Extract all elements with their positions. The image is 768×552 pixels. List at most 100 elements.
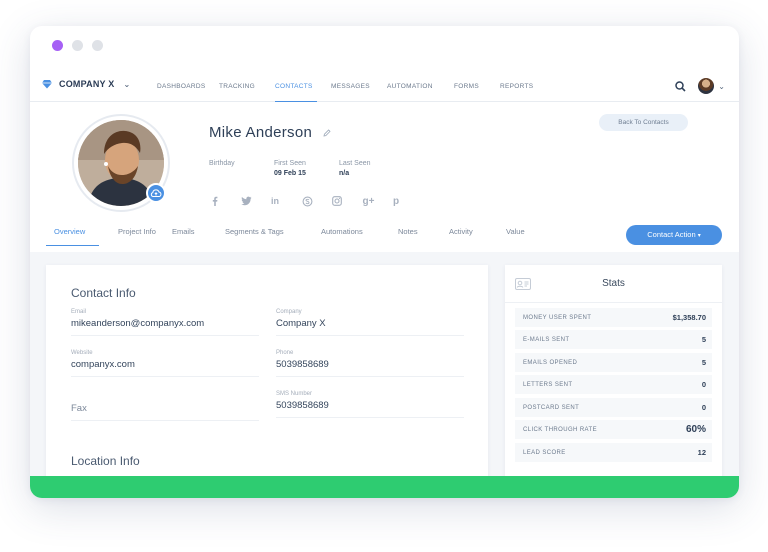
maximize-dot[interactable] <box>92 40 103 51</box>
minimize-dot[interactable] <box>72 40 83 51</box>
tab-notes[interactable]: Notes <box>398 222 449 246</box>
last-seen-field: Last Seen n/a <box>339 160 371 177</box>
avatar <box>698 78 715 94</box>
chevron-down-icon: ⌄ <box>718 81 725 91</box>
sms-value: 5039858689 <box>276 400 329 411</box>
nav-messages[interactable]: MESSAGES <box>331 72 387 102</box>
skype-icon[interactable] <box>302 196 333 209</box>
birthday-field: Birthday <box>209 160 235 167</box>
website-value: companyx.com <box>71 359 135 370</box>
brand-switcher[interactable]: COMPANY X ⌄ <box>42 79 130 89</box>
close-dot[interactable] <box>52 40 63 51</box>
nav-links: DASHBOARDS TRACKING CONTACTS MESSAGES AU… <box>157 72 550 102</box>
instagram-icon[interactable] <box>332 196 363 209</box>
stat-label: LEAD SCORE <box>523 449 566 456</box>
nav-dashboards[interactable]: DASHBOARDS <box>157 72 220 102</box>
user-menu[interactable]: ⌄ <box>698 78 725 94</box>
phone-field[interactable]: Phone 5039858689 <box>276 350 464 377</box>
stat-value: 5 <box>701 358 706 367</box>
stat-row: MONEY USER SPENT $1,358.70 <box>515 308 712 327</box>
tab-emails[interactable]: Emails <box>172 222 225 246</box>
nav-contacts[interactable]: CONTACTS <box>275 72 317 102</box>
facebook-icon[interactable] <box>210 196 241 209</box>
stats-title: Stats <box>602 278 625 289</box>
social-links: in g+ p <box>210 196 424 209</box>
first-seen-field: First Seen 09 Feb 15 <box>274 160 306 177</box>
company-field[interactable]: Company Company X <box>276 309 464 336</box>
caret-down-icon: ▾ <box>697 233 701 239</box>
last-seen-label: Last Seen <box>339 160 371 167</box>
tab-automations[interactable]: Automations <box>321 222 398 246</box>
cloud-upload-icon <box>150 189 162 197</box>
first-seen-value: 09 Feb 15 <box>274 170 306 177</box>
fax-placeholder: Fax <box>71 403 87 414</box>
sms-label: SMS Number <box>276 391 313 397</box>
stat-label: CLICK THROUGH RATE <box>523 426 597 433</box>
email-field[interactable]: Email mikeanderson@companyx.com <box>71 309 259 336</box>
search-icon[interactable] <box>675 80 686 92</box>
google-plus-icon[interactable]: g+ <box>363 196 394 209</box>
tab-activity[interactable]: Activity <box>449 222 506 246</box>
stats-card: Stats MONEY USER SPENT $1,358.70 E-MAILS… <box>505 265 722 480</box>
first-seen-label: First Seen <box>274 160 306 167</box>
company-label: Company <box>276 309 302 315</box>
profile-tabs: Overview Project Info Emails Segments & … <box>46 222 546 246</box>
nav-reports[interactable]: REPORTS <box>500 72 550 102</box>
back-to-contacts-button[interactable]: Back To Contacts <box>599 114 688 131</box>
phone-label: Phone <box>276 350 294 356</box>
company-value: Company X <box>276 318 326 329</box>
app-window: COMPANY X ⌄ DASHBOARDS TRACKING CONTACTS… <box>30 26 739 498</box>
stat-value: 0 <box>701 403 706 412</box>
top-nav: COMPANY X ⌄ DASHBOARDS TRACKING CONTACTS… <box>30 72 739 102</box>
edit-pencil-icon[interactable] <box>323 129 331 137</box>
tab-overview[interactable]: Overview <box>46 222 99 246</box>
location-info-title: Location Info <box>71 454 140 468</box>
stat-row: EMAILS OPENED 5 <box>515 353 712 372</box>
stat-label: EMAILS OPENED <box>523 359 578 366</box>
pinterest-icon[interactable]: p <box>393 196 424 209</box>
tab-segments-tags[interactable]: Segments & Tags <box>225 222 321 246</box>
stat-value: 60% <box>685 424 706 435</box>
stat-row: LETTERS SENT 0 <box>515 375 712 394</box>
contact-name: Mike Anderson <box>209 124 313 141</box>
linkedin-icon[interactable]: in <box>271 196 302 209</box>
stat-label: POSTCARD SENT <box>523 404 580 411</box>
contact-action-button[interactable]: Contact Action ▾ <box>626 225 722 245</box>
sms-field[interactable]: SMS Number 5039858689 <box>276 391 464 418</box>
brand-name: COMPANY X <box>59 79 115 89</box>
contact-info-title: Contact Info <box>71 286 136 300</box>
twitter-icon[interactable] <box>240 196 272 209</box>
stat-row: POSTCARD SENT 0 <box>515 398 712 417</box>
nav-automation[interactable]: AUTOMATION <box>387 72 454 102</box>
stat-row: E-MAILS SENT 5 <box>515 330 712 349</box>
stat-label: MONEY USER SPENT <box>523 314 592 321</box>
website-field[interactable]: Website companyx.com <box>71 350 259 377</box>
stat-value: 0 <box>701 380 706 389</box>
tab-project-info[interactable]: Project Info <box>99 222 172 246</box>
stat-label: LETTERS SENT <box>523 381 573 388</box>
phone-value: 5039858689 <box>276 359 329 370</box>
footer-bar <box>30 476 739 498</box>
stat-label: E-MAILS SENT <box>523 336 570 343</box>
last-seen-value: n/a <box>339 170 350 177</box>
stat-row: CLICK THROUGH RATE 60% <box>515 420 712 439</box>
email-value: mikeanderson@companyx.com <box>71 318 205 329</box>
nav-right: ⌄ <box>675 78 725 94</box>
nav-tracking[interactable]: TRACKING <box>219 72 275 102</box>
stats-header: Stats <box>505 265 722 303</box>
fax-field[interactable]: Fax <box>71 400 259 421</box>
stat-value: 12 <box>697 448 706 457</box>
chevron-down-icon: ⌄ <box>123 79 131 89</box>
contact-info-card: Contact Info Email mikeanderson@companyx… <box>46 265 488 480</box>
nav-forms[interactable]: FORMS <box>454 72 500 102</box>
tab-value[interactable]: Value <box>506 222 546 246</box>
stat-row: LEAD SCORE 12 <box>515 443 712 462</box>
website-label: Website <box>71 350 93 356</box>
diamond-logo-icon <box>42 80 52 89</box>
stat-value: 5 <box>701 335 706 344</box>
window-controls <box>52 40 103 51</box>
upload-photo-button[interactable] <box>146 183 166 203</box>
stat-value: $1,358.70 <box>672 313 706 322</box>
email-label: Email <box>71 309 87 315</box>
birthday-label: Birthday <box>209 160 235 167</box>
